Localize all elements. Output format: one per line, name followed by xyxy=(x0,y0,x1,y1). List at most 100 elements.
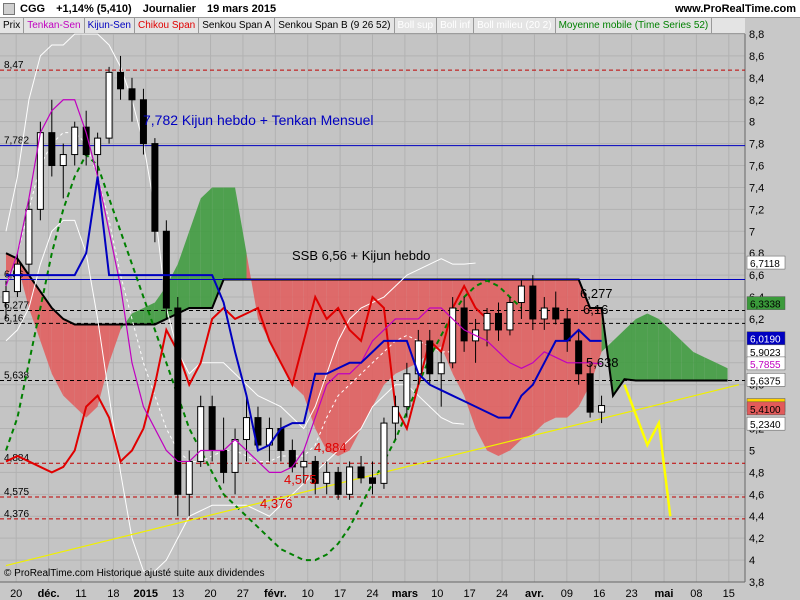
candle-body xyxy=(403,373,411,408)
xtick-label: 20 xyxy=(10,588,22,600)
xtick-label: 17 xyxy=(334,588,346,600)
candle-body xyxy=(117,71,125,90)
xtick-label: 20 xyxy=(204,588,216,600)
xtick-label: 24 xyxy=(496,588,508,600)
ytick-label: 4,2 xyxy=(749,533,764,545)
xtick-label: 11 xyxy=(75,588,86,600)
level-label: 8,47 xyxy=(4,60,24,71)
ichimoku-chart: 20 déc. 11 18 2015 13 20 27 févr. 10 17 24 mars 10 17 2… xyxy=(0,29,786,600)
candle-body xyxy=(128,88,136,101)
price-tag-1: 6,3338 xyxy=(750,300,781,311)
ytick-label: 4,8 xyxy=(749,467,764,479)
xtick-label: 24 xyxy=(366,588,378,600)
candle-body xyxy=(300,460,308,468)
candle-body xyxy=(552,307,560,320)
candle-body xyxy=(506,302,514,331)
xtick-label: 16 xyxy=(593,588,605,600)
ytick-label: 7,6 xyxy=(749,161,764,173)
candle-body xyxy=(231,439,239,473)
level-label: 4,575 xyxy=(4,487,29,498)
candle-body xyxy=(334,471,342,495)
ytick-label: 7,4 xyxy=(749,182,764,194)
price-tag-7: 5,4100 xyxy=(750,405,781,416)
candle-body xyxy=(369,477,376,484)
xtick-label: avr. xyxy=(525,588,544,600)
footer-copyright: © ProRealTime.com Historique ajusté suit… xyxy=(4,568,265,579)
price-tag-2: 6,0190 xyxy=(750,335,781,346)
candle-body xyxy=(357,466,365,479)
candle-body xyxy=(460,307,468,342)
candle-body xyxy=(208,406,216,451)
xtick-label: 10 xyxy=(431,588,443,600)
candle-body xyxy=(391,406,399,424)
candle-body xyxy=(380,422,388,484)
ytick-label: 6,6 xyxy=(749,270,764,282)
cloud-segment xyxy=(63,318,75,407)
cloud-segment xyxy=(223,187,236,280)
annotation-2: 6,277 xyxy=(580,286,613,301)
candle-body xyxy=(25,208,33,265)
xtick-label: 15 xyxy=(723,588,735,600)
cloud-segment xyxy=(74,324,87,418)
candle-body xyxy=(243,417,251,441)
candle-body xyxy=(105,71,113,139)
cloud-segment xyxy=(315,279,327,451)
annotation-4: 5,638 xyxy=(586,355,619,370)
xtick-label: 13 xyxy=(172,588,184,600)
ytick-label: 8,6 xyxy=(749,51,764,63)
ytick-label: 8,8 xyxy=(749,29,764,41)
candle-body xyxy=(220,449,228,473)
cloud-segment xyxy=(200,187,213,308)
candle-body xyxy=(437,362,445,375)
xtick-label: 27 xyxy=(237,588,249,600)
ytick-label: 7,2 xyxy=(749,204,764,216)
candle-body xyxy=(185,460,193,495)
level-label: 7,782 xyxy=(4,136,29,147)
candle-body xyxy=(575,340,583,375)
candle-body xyxy=(598,405,606,413)
annotation-7: 4,376 xyxy=(260,496,293,511)
xtick-label: 08 xyxy=(690,588,702,600)
level-label: 4,884 xyxy=(4,453,29,464)
annotation-0: 7,782 Kijun hebdo + Tenkan Mensuel xyxy=(143,112,374,128)
xtick-label: 09 xyxy=(561,588,573,600)
ytick-label: 4,6 xyxy=(749,489,764,501)
candle-body xyxy=(162,230,170,309)
annotation-5: 4,884 xyxy=(314,440,347,455)
price-tag-0: 6,7118 xyxy=(750,259,780,270)
candle-body xyxy=(151,143,159,232)
ytick-label: 7 xyxy=(749,226,755,238)
cloud-segment xyxy=(395,279,407,374)
annotation-1: SSB 6,56 + Kijun hebdo xyxy=(292,248,430,263)
xtick-label: déc. xyxy=(38,588,60,600)
xtick-label: mars xyxy=(392,588,418,600)
ytick-label: 3,8 xyxy=(749,577,764,589)
xtick-label: mai xyxy=(655,588,674,600)
xtick-label: févr. xyxy=(264,588,287,600)
cloud-segment xyxy=(487,279,499,456)
price-tag-8: 5,2340 xyxy=(750,420,781,431)
candle-body xyxy=(71,126,79,156)
candle-body xyxy=(517,285,525,304)
candle-body xyxy=(323,471,331,484)
candle-body xyxy=(94,137,102,156)
ytick-label: 4 xyxy=(749,555,755,567)
level-label: 4,376 xyxy=(4,509,29,520)
candle-body xyxy=(2,291,10,304)
xtick-label: 17 xyxy=(464,588,476,600)
xtick-label: 18 xyxy=(107,588,119,600)
ytick-label: 6,2 xyxy=(749,314,764,326)
candle-body xyxy=(529,285,537,320)
ytick-label: 4,4 xyxy=(749,511,764,523)
candle-body xyxy=(426,340,434,375)
ytick-label: 8,4 xyxy=(749,73,764,85)
candle-body xyxy=(13,263,21,293)
candle-body xyxy=(346,466,354,495)
cloud-segment xyxy=(475,279,488,451)
annotation-6: 4,575 xyxy=(284,472,317,487)
candle-body xyxy=(483,312,491,331)
price-tag-5: 5,6375 xyxy=(750,376,781,387)
xtick-label: 23 xyxy=(626,588,638,600)
ytick-label: 8,2 xyxy=(749,95,764,107)
xtick-label: 2015 xyxy=(134,588,158,600)
